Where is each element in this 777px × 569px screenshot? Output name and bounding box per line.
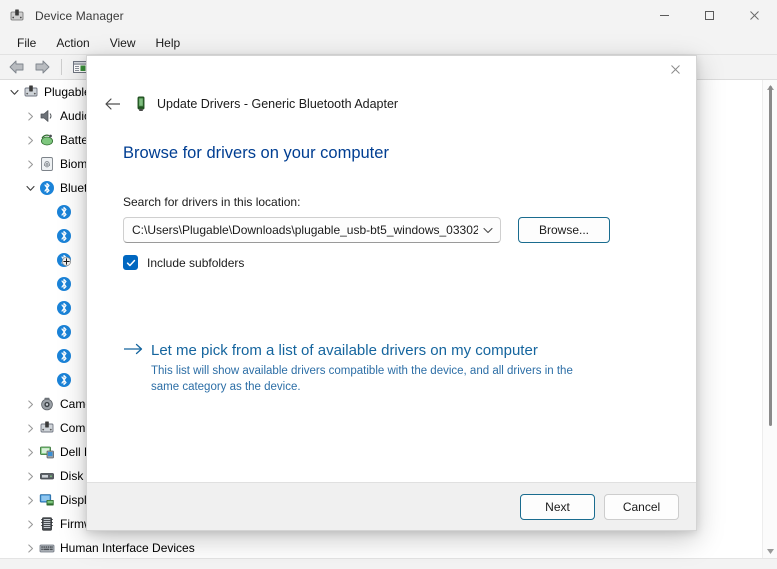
audio-icon — [38, 108, 56, 124]
back-arrow-icon[interactable] — [4, 56, 29, 78]
next-button[interactable]: Next — [520, 493, 595, 520]
menu-action[interactable]: Action — [47, 33, 98, 53]
include-subfolders-row[interactable]: Include subfolders — [123, 255, 696, 270]
maximize-button[interactable] — [687, 0, 732, 31]
statusbar — [0, 558, 777, 569]
search-location-label: Search for drivers in this location: — [123, 195, 301, 209]
close-button[interactable] — [732, 0, 777, 31]
tree-item-label: Human Interface Devices — [60, 541, 195, 555]
dialog-header: Update Drivers - Generic Bluetooth Adapt… — [87, 82, 696, 118]
window-controls — [642, 0, 777, 31]
dialog-back-icon[interactable] — [99, 91, 125, 117]
chevron-right-icon[interactable] — [22, 468, 38, 484]
window-titlebar: Device Manager — [0, 0, 777, 31]
bluetooth-icon — [38, 180, 56, 196]
right-arrow-icon — [123, 342, 151, 396]
menu-help[interactable]: Help — [147, 33, 190, 53]
dialog-title: Update Drivers - Generic Bluetooth Adapt… — [157, 97, 399, 111]
device-icon — [134, 96, 148, 112]
pick-from-list-description: This list will show available drivers co… — [151, 365, 573, 394]
dialog-close-icon[interactable] — [654, 56, 696, 82]
chevron-right-icon[interactable] — [22, 540, 38, 556]
pick-from-list-link[interactable]: Let me pick from a list of available dri… — [151, 342, 538, 359]
dialog-body: Browse for drivers on your computer Sear… — [87, 118, 696, 482]
hid-icon — [38, 540, 56, 556]
bluetooth-child-icon — [55, 204, 73, 220]
chevron-right-icon[interactable] — [22, 396, 38, 412]
dialog-heading: Browse for drivers on your computer — [123, 144, 389, 162]
device-manager-window: Device Manager File Action View Help Plu… — [0, 0, 777, 569]
bluetooth-child-icon — [55, 228, 73, 244]
path-row: C:\Users\Plugable\Downloads\plugable_usb… — [123, 217, 696, 243]
chevron-right-icon[interactable] — [22, 420, 38, 436]
toolbar-divider — [61, 59, 62, 75]
menubar: File Action View Help — [0, 31, 777, 55]
minimize-button[interactable] — [642, 0, 687, 31]
bluetooth-child-icon — [55, 372, 73, 388]
cancel-button[interactable]: Cancel — [604, 493, 679, 520]
tree-item-label: Plugable — [44, 85, 91, 99]
device-manager-icon — [9, 8, 25, 24]
scrollbar-thumb[interactable] — [769, 86, 772, 426]
update-drivers-dialog: Update Drivers - Generic Bluetooth Adapt… — [86, 55, 697, 531]
computer-icon — [22, 84, 40, 100]
pick-driver-block: Let me pick from a list of available dri… — [123, 342, 696, 396]
scroll-down-icon[interactable] — [763, 544, 777, 558]
chevron-down-icon[interactable] — [22, 180, 38, 196]
battery-icon — [38, 132, 56, 148]
chevron-right-icon[interactable] — [22, 444, 38, 460]
include-subfolders-checkbox[interactable] — [123, 255, 138, 270]
menu-view[interactable]: View — [101, 33, 145, 53]
window-title: Device Manager — [35, 8, 124, 23]
display-icon — [38, 492, 56, 508]
chevron-right-icon[interactable] — [22, 108, 38, 124]
bluetooth-child-icon — [55, 276, 73, 292]
chevron-right-icon[interactable] — [22, 492, 38, 508]
include-subfolders-label: Include subfolders — [147, 255, 245, 270]
forward-arrow-icon[interactable] — [30, 56, 55, 78]
chevron-down-icon[interactable] — [6, 84, 22, 100]
browse-button[interactable]: Browse... — [518, 217, 610, 243]
bluetooth-child-selected-icon — [55, 252, 73, 268]
bluetooth-child-icon — [55, 300, 73, 316]
bluetooth-child-icon — [55, 348, 73, 364]
dell-icon — [38, 444, 56, 460]
chevron-down-icon[interactable] — [478, 227, 498, 234]
firmware-icon — [38, 516, 56, 532]
camera-icon — [38, 396, 56, 412]
disk-icon — [38, 468, 56, 484]
dialog-footer: Next Cancel — [87, 482, 696, 530]
dialog-titlebar — [87, 56, 696, 82]
menu-file[interactable]: File — [8, 33, 45, 53]
tree-scrollbar[interactable] — [762, 80, 777, 558]
chevron-right-icon[interactable] — [22, 516, 38, 532]
chevron-right-icon[interactable] — [22, 156, 38, 172]
driver-path-value: C:\Users\Plugable\Downloads\plugable_usb… — [132, 223, 478, 237]
computer-icon — [38, 420, 56, 436]
driver-path-combobox[interactable]: C:\Users\Plugable\Downloads\plugable_usb… — [123, 217, 501, 243]
biometric-icon — [38, 156, 56, 172]
bluetooth-child-icon — [55, 324, 73, 340]
tree-item-human-interface-devices[interactable]: Human Interface Devices — [0, 536, 762, 558]
chevron-right-icon[interactable] — [22, 132, 38, 148]
